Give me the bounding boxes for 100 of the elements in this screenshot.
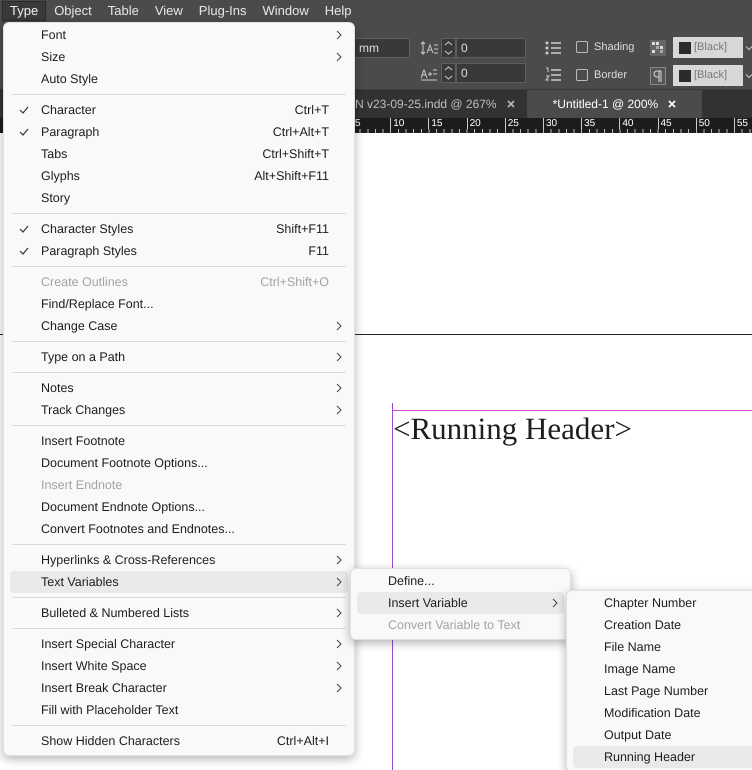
menu-item-label: Find/Replace Font... <box>41 296 155 313</box>
shortcut-label: Alt+Shift+F11 <box>254 168 329 185</box>
menu-item[interactable]: Document Endnote Options... <box>10 496 348 518</box>
shortcut-label: Ctrl+T <box>294 102 329 119</box>
spinner-icon <box>441 38 456 58</box>
menu-item[interactable]: Insert Special Character <box>10 633 348 655</box>
menu-item[interactable]: Paragraph Styles F11 <box>10 240 348 262</box>
menu-item[interactable]: Show Hidden Characters Ctrl+Alt+I <box>10 730 348 752</box>
menu-item-label: Glyphs <box>41 168 81 185</box>
menu-item[interactable]: Character Ctrl+T <box>10 99 348 121</box>
menu-item-label: Document Footnote Options... <box>41 454 209 472</box>
menu-item-label: Define... <box>388 572 436 590</box>
menu-item-label: Convert Footnotes and Endnotes... <box>41 520 236 538</box>
menu-item[interactable]: Output Date <box>573 724 752 746</box>
caret-icon <box>746 46 752 51</box>
menu-bar-item[interactable]: Type <box>2 1 46 21</box>
menu-item[interactable]: Track Changes <box>10 399 348 421</box>
menu-item[interactable]: Insert Variable <box>357 592 564 614</box>
tab-label: *Untitled-1 @ 200% <box>552 96 658 113</box>
menu-item-label: Document Endnote Options... <box>41 498 206 516</box>
menu-bar-item[interactable]: Object <box>46 1 100 21</box>
menu-item-label: Show Hidden Characters <box>41 732 181 750</box>
shortcut-label: Ctrl+Alt+T <box>272 124 329 141</box>
shortcut-label: Shift+F11 <box>276 220 329 238</box>
ruler-number: 30 <box>546 118 558 129</box>
menu-item-label: Bulleted & Numbered Lists <box>41 604 190 622</box>
menu-item[interactable]: Last Page Number <box>573 680 752 702</box>
menu-item[interactable]: Chapter Number <box>573 592 752 614</box>
menu-item[interactable]: Font <box>10 24 348 46</box>
checkbox[interactable] <box>576 69 588 82</box>
menu-item[interactable]: Glyphs Alt+Shift+F11 <box>10 165 348 187</box>
menu-item[interactable]: Image Name <box>573 658 752 680</box>
menu-item[interactable]: File Name <box>573 636 752 658</box>
menu-item-label: Insert Variable <box>388 594 469 612</box>
menu-item[interactable]: Size <box>10 46 348 68</box>
menu-item[interactable]: Story <box>10 187 348 209</box>
menu-bar-item[interactable]: Table <box>100 1 147 21</box>
menu-item[interactable]: Insert Footnote <box>10 430 348 452</box>
menu-bar-item[interactable]: View <box>146 1 191 21</box>
swatch-label: [Black] <box>694 40 728 56</box>
menu-item[interactable]: Insert White Space <box>10 655 348 677</box>
shortcut-label: Ctrl+Shift+T <box>262 146 329 163</box>
menu-item[interactable]: Text Variables <box>10 571 348 593</box>
ruler-number: 15 <box>431 118 442 129</box>
menu-item-label: Insert Footnote <box>41 432 126 450</box>
menu-item[interactable]: Tabs Ctrl+Shift+T <box>10 143 348 165</box>
menu-item-label: Story <box>41 190 72 207</box>
menu-item[interactable]: Character Styles Shift+F11 <box>10 218 348 240</box>
menu-item[interactable]: Define... <box>357 570 564 592</box>
ruler-number: 50 <box>698 118 710 129</box>
menu-item[interactable]: Notes <box>10 377 348 399</box>
menu-item[interactable]: Bulleted & Numbered Lists <box>10 602 348 624</box>
tab-label: N v23-09-25.indd @ 267% <box>355 96 497 113</box>
spacing-field[interactable]: 0 <box>456 38 526 58</box>
ruler-number: 35 <box>584 118 596 129</box>
ruler-number: 25 <box>508 118 519 129</box>
menu-item[interactable]: Document Footnote Options... <box>10 452 348 474</box>
ruler-number: 45 <box>660 118 672 129</box>
checkbox-label: Shading <box>594 40 634 55</box>
menu-item[interactable]: Convert Footnotes and Endnotes... <box>10 518 348 540</box>
checkbox[interactable] <box>576 41 588 54</box>
menu-item-label: Insert Break Character <box>41 680 168 697</box>
menu-item-label: Creation Date <box>604 616 682 634</box>
menu-item-label: Size <box>41 48 66 66</box>
menu-item[interactable]: Insert Break Character <box>10 677 348 699</box>
menu-item-label: Last Page Number <box>604 682 710 700</box>
checkbox-label: Border <box>594 68 628 83</box>
menu-item-label: Type on a Path <box>41 348 126 366</box>
numbered-list-icon <box>545 67 561 83</box>
menu-bar-item[interactable]: Help <box>316 1 360 21</box>
shortcut-label: Ctrl+Shift+O <box>260 274 329 291</box>
menu-item[interactable]: Paragraph Ctrl+Alt+T <box>10 121 348 143</box>
menu-item-label: Running Header <box>604 748 696 766</box>
menu-item[interactable]: Type on a Path <box>10 346 348 368</box>
menu-item[interactable]: Change Case <box>10 315 348 337</box>
menu-item[interactable]: Auto Style <box>10 68 348 90</box>
swatch-label: [Black] <box>694 68 728 84</box>
grid-icon <box>650 40 666 56</box>
menu-item[interactable]: Modification Date <box>573 702 752 724</box>
close-icon <box>506 100 515 108</box>
menu-item[interactable]: Running Header <box>573 746 752 768</box>
menu-item-label: Image Name <box>604 660 677 678</box>
menu-bar-item[interactable]: Plug-Ins <box>190 1 254 21</box>
menu-item-label: Modification Date <box>604 704 702 722</box>
running-header-text: <Running Header> <box>393 412 632 445</box>
menu-item-label: Notes <box>41 380 75 397</box>
menu-item-label: Auto Style <box>41 70 99 88</box>
menu-item[interactable]: Fill with Placeholder Text <box>10 699 348 721</box>
spacing-field[interactable]: 0 <box>456 63 526 83</box>
document-tab[interactable]: *Untitled-1 @ 200% <box>526 90 702 118</box>
menu-item[interactable]: Find/Replace Font... <box>10 293 348 315</box>
menu-item-label: Font <box>41 26 68 44</box>
menu-item-label: Insert Special Character <box>41 636 176 653</box>
menu-item[interactable]: Hyperlinks & Cross-References <box>10 549 348 571</box>
menu-item-label: Paragraph <box>41 124 100 141</box>
menu-item[interactable]: Creation Date <box>573 614 752 636</box>
shortcut-label: F11 <box>308 242 329 260</box>
unit-field[interactable]: mm <box>352 38 410 58</box>
menu-bar-item[interactable]: Window <box>254 1 317 21</box>
menu-item-label: Insert Endnote <box>41 476 124 494</box>
